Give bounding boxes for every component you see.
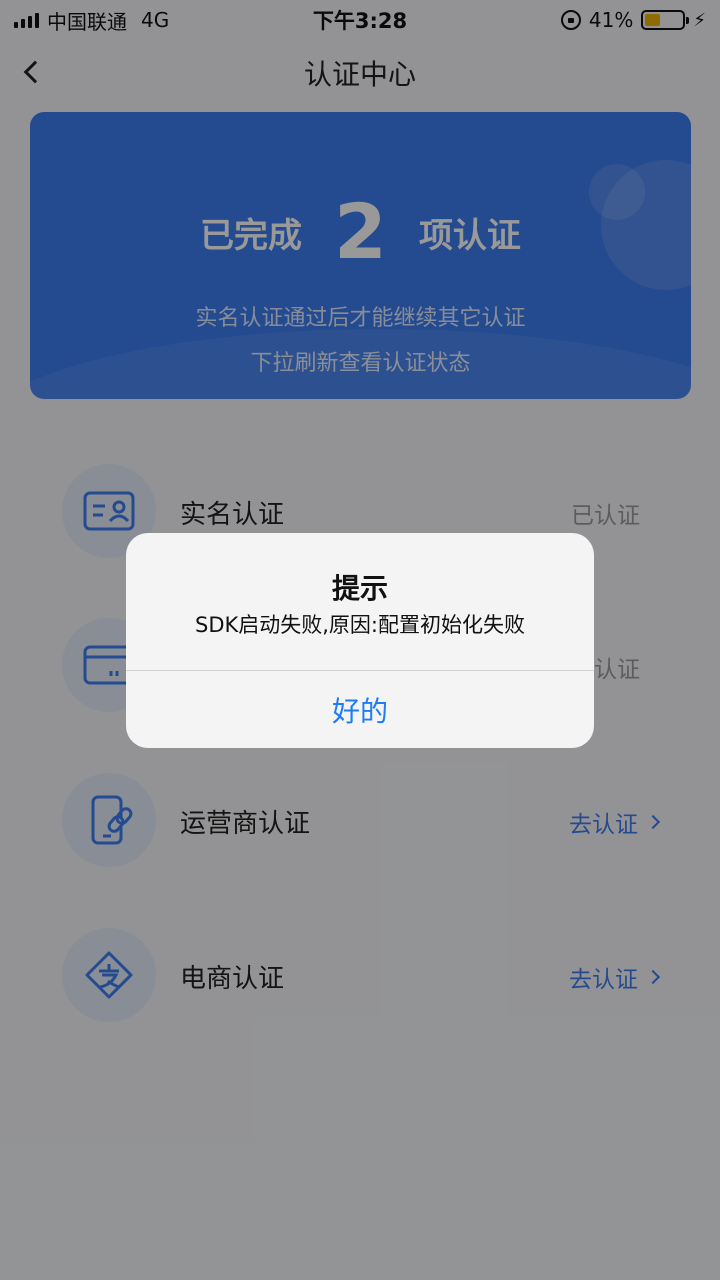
alert-title: 提示 (331, 572, 388, 605)
alert-dialog: 提示 SDK启动失败,原因:配置初始化失败 好的 (126, 533, 594, 748)
alert-message: SDK启动失败,原因:配置初始化失败 (194, 613, 526, 637)
ok-button[interactable]: 好的 (126, 671, 594, 748)
